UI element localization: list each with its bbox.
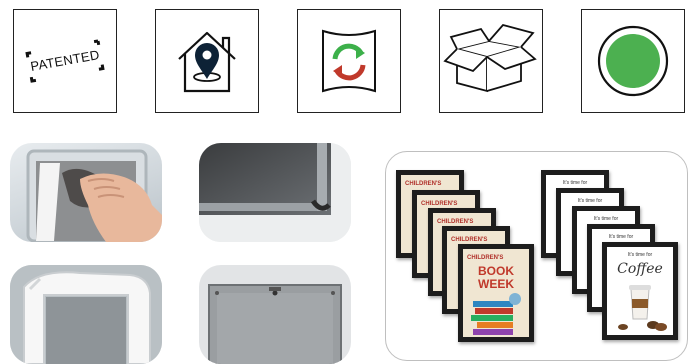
book-poster-line3: WEEK — [478, 277, 514, 291]
aluminium-frame-illustration — [10, 265, 162, 364]
book-stack-icon — [471, 293, 521, 335]
coffee-poster-line1: It's time for — [593, 216, 619, 222]
refresh-poster-icon-box — [297, 9, 401, 113]
coffee-poster-line2: Coffee — [617, 261, 663, 277]
book-poster-line1: CHILDREN'S — [451, 237, 488, 243]
coffee-cup-icon — [618, 285, 667, 331]
patented-icon-box: PATENTED — [13, 9, 117, 113]
photo-frame-back — [199, 265, 351, 364]
photo-aluminium-frame — [10, 265, 162, 364]
photo-hand-opening-frame — [10, 143, 162, 242]
coffee-poster-line1: It's time for — [577, 198, 603, 204]
book-poster-line1: CHILDREN'S — [467, 255, 504, 261]
book-poster-line1: CHILDREN'S — [437, 219, 474, 225]
book-frame-front: CHILDREN'S BOOK WEEK — [458, 244, 534, 342]
poster-frames-panel: CHILDREN'S CHILDREN'S CHILDREN'S CHILDRE… — [385, 151, 688, 361]
open-box-icon-box — [439, 9, 543, 113]
frame-corner-illustration — [199, 143, 351, 242]
refresh-poster-icon — [322, 29, 376, 93]
coffee-poster-line1: It's time for — [608, 234, 634, 240]
book-poster-line2: BOOK — [478, 264, 514, 278]
open-box-icon — [443, 23, 537, 93]
coffee-poster-line1: It's time for — [627, 252, 653, 258]
frame-back-illustration — [208, 284, 342, 364]
hand-frame-illustration — [26, 149, 162, 242]
book-poster-line1: CHILDREN'S — [421, 201, 458, 207]
home-location-icon-box — [155, 9, 259, 113]
home-location-icon — [178, 31, 236, 93]
photo-frame-corner — [199, 143, 351, 242]
coffee-poster-line1: It's time for — [562, 180, 588, 186]
green-dot-icon — [597, 25, 669, 97]
green-dot-icon-box — [581, 9, 685, 113]
book-poster-line1: CHILDREN'S — [405, 181, 442, 187]
coffee-frame-front: It's time for Coffee — [602, 242, 678, 340]
